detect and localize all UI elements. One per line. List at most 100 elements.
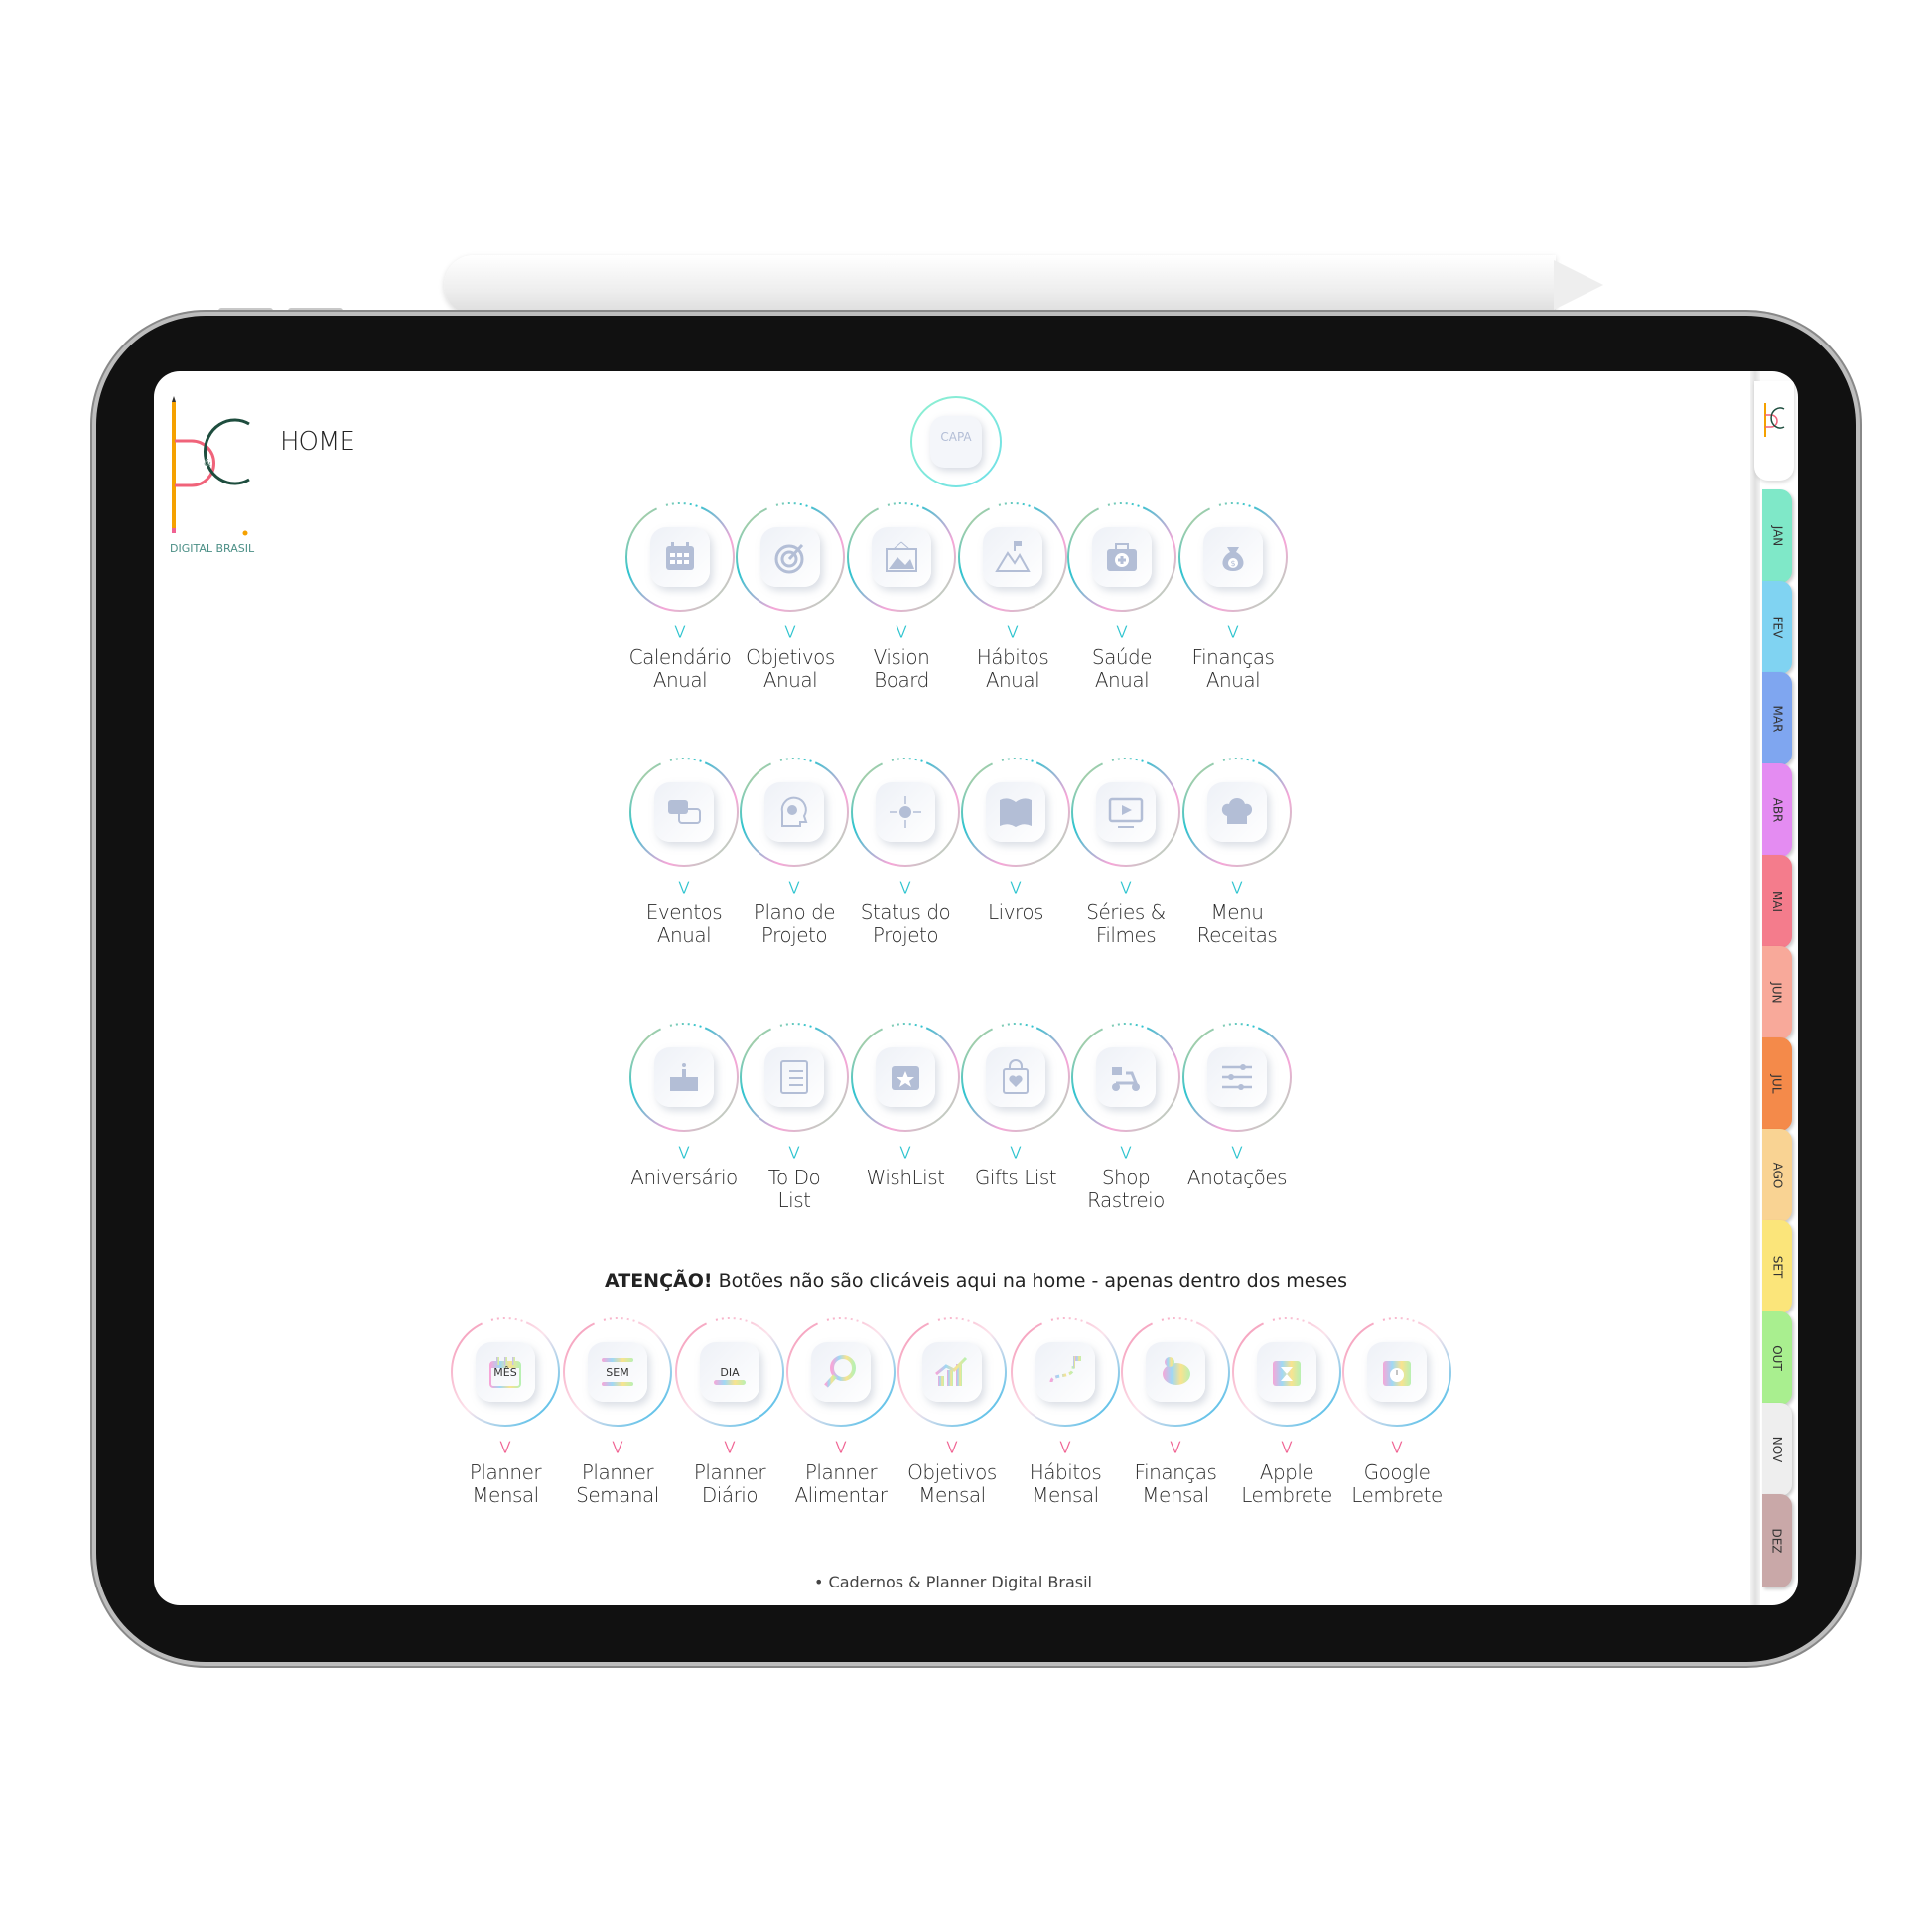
tab-nov[interactable]: NOV (1762, 1403, 1792, 1496)
icon-tile (872, 527, 931, 587)
tab-label: JAN (1769, 525, 1784, 547)
icon-badge-text: DIA (720, 1366, 740, 1379)
volume-button (288, 308, 343, 316)
calendar-alarm-icon (1383, 1361, 1411, 1386)
icon-tile: DIA (700, 1342, 759, 1402)
label-line: Finanças (1191, 645, 1275, 669)
birthday-cake-icon (670, 1063, 698, 1091)
icon-tile (1207, 1047, 1267, 1107)
nav-button-anotações[interactable]: ⋁ Anotações (1168, 1022, 1307, 1220)
icon-tile (654, 1047, 714, 1107)
first-aid-kit-icon (1107, 543, 1137, 571)
tab-label: MAI (1769, 890, 1784, 913)
label-line: Google (1363, 1460, 1431, 1484)
capa-label: CAPA (940, 430, 972, 444)
tab-jan[interactable]: JAN (1762, 489, 1792, 583)
icon-tile (1092, 527, 1152, 587)
button-label: Finanças Anual (1154, 646, 1312, 692)
label-line: Receitas (1196, 923, 1278, 947)
tab-ago[interactable]: AGO (1762, 1129, 1792, 1222)
tab-mai[interactable]: MAI (1762, 855, 1792, 948)
chef-hat-icon (1221, 798, 1253, 824)
icon-tile (760, 527, 820, 587)
tab-label: OUT (1770, 1345, 1784, 1371)
apple-pencil-tip (1554, 260, 1603, 310)
icon-tile (811, 1342, 871, 1402)
magnifier-icon (824, 1355, 856, 1388)
tab-label: ABR (1770, 797, 1784, 823)
growth-chart-icon (935, 1356, 968, 1386)
book-icon (1000, 798, 1032, 827)
mountain-flag-icon (995, 541, 1031, 572)
path-flag-icon (1049, 1356, 1081, 1383)
tab-label: DEZ (1769, 1528, 1784, 1554)
chat-bubbles-icon (668, 800, 701, 824)
icon-tile (876, 1047, 935, 1107)
tv-play-icon (1108, 797, 1144, 828)
icon-badge-text: MÊS (493, 1366, 517, 1379)
tab-out[interactable]: OUT (1762, 1311, 1792, 1405)
attention-bold: ATENÇÃO! (605, 1270, 713, 1292)
head-gears-icon (780, 796, 808, 827)
icon-tile: $ (1203, 527, 1263, 587)
chevron-down-icon: ⋁ (1391, 1440, 1403, 1454)
nav-button-google-lembrete[interactable]: ⋁ Google Lembrete (1327, 1316, 1466, 1515)
icon-tile (1367, 1342, 1427, 1402)
calendar-icon (666, 542, 694, 570)
icon-badge-text: SEM (606, 1366, 629, 1379)
page-title: HOME (280, 427, 355, 457)
volume-button (218, 308, 273, 316)
calendar-hourglass-icon (1273, 1361, 1301, 1386)
tab-label: JUL (1769, 1074, 1784, 1094)
svg-text:&: & (204, 458, 211, 469)
chevron-down-icon: ⋁ (1231, 1145, 1243, 1160)
button-label: Menu Receitas (1158, 901, 1316, 947)
icon-tile (876, 782, 935, 842)
sliders-icon (1222, 1064, 1252, 1090)
tab-jun[interactable]: JUN (1762, 946, 1792, 1039)
tab-label: SET (1770, 1255, 1784, 1279)
capa-button[interactable]: CAPA (908, 394, 1004, 489)
icon-tile (922, 1342, 982, 1402)
calendar-star-icon (892, 1066, 919, 1090)
tab-label: MAR (1770, 705, 1784, 733)
tab-mar[interactable]: MAR (1762, 672, 1792, 765)
button-label: Anotações (1158, 1167, 1316, 1189)
tab-abr[interactable]: ABR (1762, 763, 1792, 857)
icon-tile (983, 527, 1042, 587)
picture-frame-icon (886, 541, 917, 572)
icon-tile (1096, 1047, 1156, 1107)
logo-text: DIGITAL BRASIL (170, 542, 255, 555)
checklist-icon (780, 1060, 808, 1094)
chevron-down-icon: ⋁ (1231, 880, 1243, 895)
nav-button-menu-receitas[interactable]: ⋁ Menu Receitas (1168, 757, 1307, 955)
label-line: Lembrete (1351, 1483, 1443, 1507)
svg-text:$: $ (1231, 559, 1236, 568)
nav-button-finanças-anual[interactable]: $ ⋁ Finanças Anual (1164, 501, 1303, 700)
attention-text: Botões não são clicáveis aqui na home - … (712, 1270, 1347, 1292)
home-tab[interactable] (1754, 381, 1794, 481)
button-label: Google Lembrete (1317, 1461, 1476, 1507)
shopping-bag-heart-icon (1003, 1059, 1029, 1094)
icon-tile (764, 782, 824, 842)
brand-logo: & (172, 396, 250, 536)
tab-dez[interactable]: DEZ (1762, 1494, 1792, 1587)
icon-tile (1035, 1342, 1095, 1402)
apple-pencil (444, 255, 1556, 315)
tab-fev[interactable]: FEV (1762, 581, 1792, 674)
tab-jul[interactable]: JUL (1762, 1037, 1792, 1131)
label-line: Anual (1205, 668, 1261, 692)
tab-label: NOV (1769, 1436, 1784, 1463)
label-line: Menu (1210, 900, 1264, 924)
icon-tile: MÊS (476, 1342, 535, 1402)
tab-label: FEV (1769, 616, 1784, 639)
icon-tile: SEM (588, 1342, 647, 1402)
attention-notice: ATENÇÃO! Botões não são clicáveis aqui n… (154, 1270, 1798, 1292)
icon-tile (1257, 1342, 1316, 1402)
tab-set[interactable]: SET (1762, 1220, 1792, 1313)
icon-tile (654, 782, 714, 842)
piggy-bank-icon (1163, 1357, 1190, 1385)
brand-logo-small (1764, 403, 1785, 437)
chevron-down-icon: ⋁ (1227, 624, 1239, 639)
tab-label: AGO (1770, 1162, 1784, 1189)
